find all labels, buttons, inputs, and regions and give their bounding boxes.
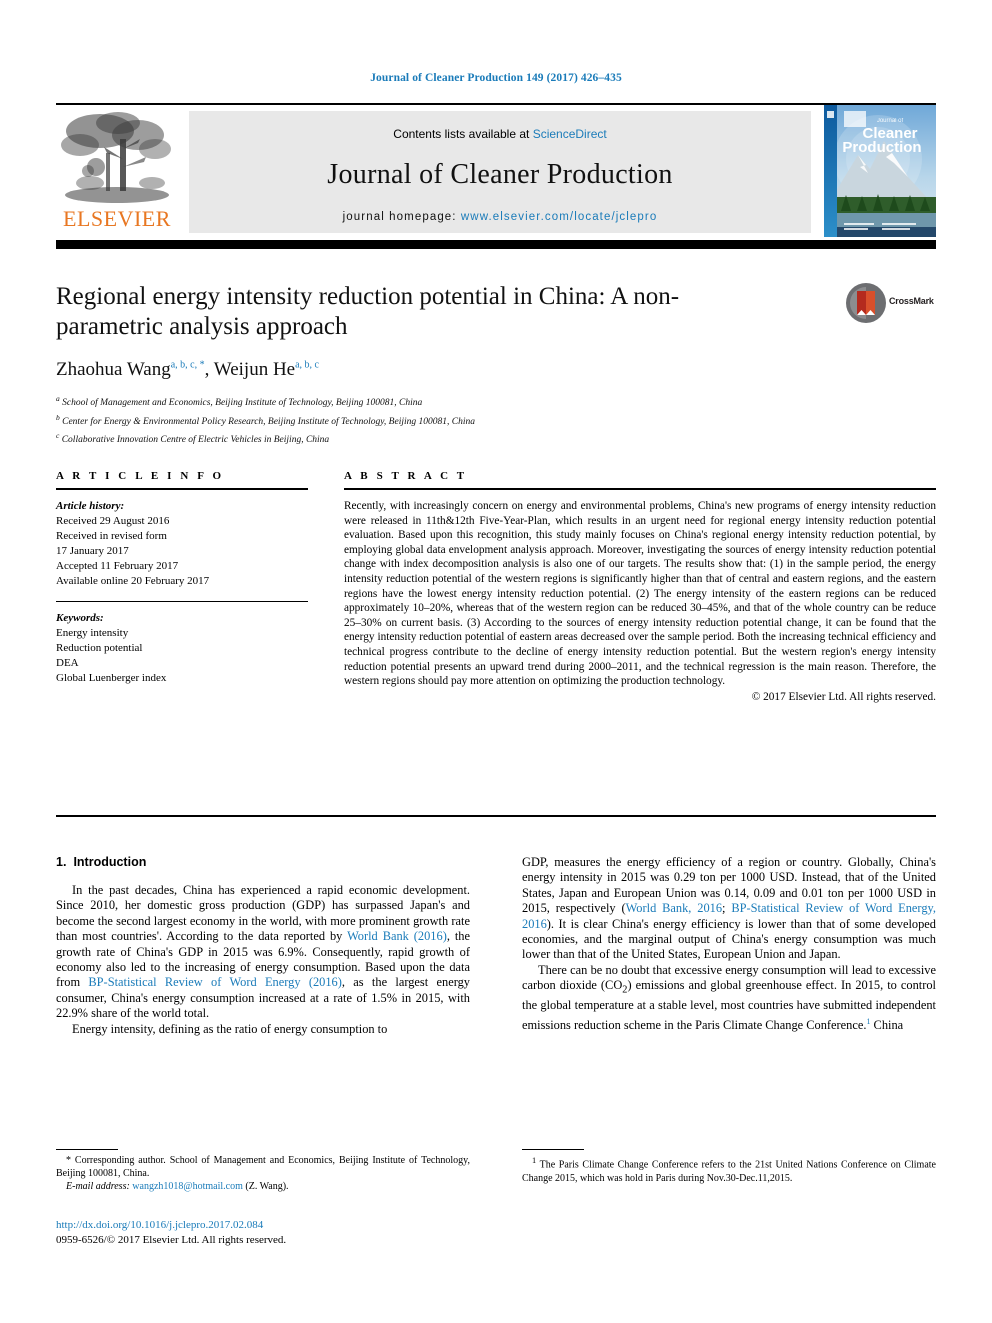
svg-text:Journal of: Journal of bbox=[877, 118, 904, 124]
doi-block: http://dx.doi.org/10.1016/j.jclepro.2017… bbox=[56, 1218, 486, 1248]
keyword-3: Global Luenberger index bbox=[56, 672, 167, 684]
homepage-prefix: journal homepage: bbox=[342, 211, 461, 223]
affiliation-list: a School of Management and Economics, Be… bbox=[56, 392, 746, 448]
footnote-1-text: The Paris Climate Change Conference refe… bbox=[522, 1159, 936, 1184]
keyword-2: DEA bbox=[56, 657, 79, 669]
svg-text:Production: Production bbox=[842, 139, 921, 156]
history-received: Received 29 August 2016 bbox=[56, 515, 170, 527]
affiliation-c-text: Collaborative Innovation Centre of Elect… bbox=[61, 435, 330, 446]
corresponding-author-mark: * bbox=[66, 1155, 71, 1166]
info-abstract-rule-bottom bbox=[56, 815, 936, 817]
author-list: Zhaohua Wanga, b, c, *, Weijun Hea, b, c bbox=[56, 359, 746, 381]
footnote-left-block: * Corresponding author. School of Manage… bbox=[56, 1149, 470, 1194]
email-link[interactable]: wangzh1018@hotmail.com bbox=[132, 1181, 243, 1192]
journal-cover-thumbnail: Journal of Cleaner Production bbox=[824, 105, 936, 237]
journal-title: Journal of Cleaner Production bbox=[327, 159, 673, 190]
keyword-1: Reduction potential bbox=[56, 642, 143, 654]
author-2-name: Weijun He bbox=[213, 359, 296, 380]
intro-p3-part-c: China bbox=[870, 1017, 904, 1032]
author-2-affiliation-marks: a, b, c bbox=[295, 359, 319, 371]
email-note: E-mail address: wangzh1018@hotmail.com (… bbox=[56, 1180, 470, 1193]
doi-link[interactable]: http://dx.doi.org/10.1016/j.jclepro.2017… bbox=[56, 1218, 486, 1233]
elsevier-wordmark: ELSEVIER bbox=[63, 206, 171, 231]
intro-paragraph-2: Energy intensity, defining as the ratio … bbox=[72, 1021, 388, 1036]
elsevier-logo: ELSEVIER bbox=[56, 109, 178, 235]
history-accepted: Accepted 11 February 2017 bbox=[56, 560, 179, 572]
affiliation-b: b Center for Energy & Environmental Poli… bbox=[56, 411, 746, 430]
abstract-copyright: © 2017 Elsevier Ltd. All rights reserved… bbox=[751, 690, 936, 703]
email-suffix: (Z. Wang). bbox=[242, 1181, 289, 1193]
history-available-online: Available online 20 February 2017 bbox=[56, 575, 210, 587]
author-separator: , bbox=[204, 359, 214, 380]
body-right-column: GDP, measures the energy efficiency of a… bbox=[522, 855, 936, 1033]
affiliation-a: a School of Management and Economics, Be… bbox=[56, 392, 746, 411]
affiliation-a-mark: a bbox=[56, 394, 60, 403]
corresponding-author-text: Corresponding author. School of Manageme… bbox=[56, 1155, 470, 1180]
keyword-0: Energy intensity bbox=[56, 627, 129, 639]
affiliation-b-mark: b bbox=[56, 412, 60, 422]
journal-homepage-link[interactable]: www.elsevier.com/locate/jclepro bbox=[461, 211, 657, 223]
article-info-column: A R T I C L E I N F O Article history: R… bbox=[56, 470, 308, 686]
citation-separator: ; bbox=[722, 901, 732, 916]
journal-homepage-line: journal homepage: www.elsevier.com/locat… bbox=[189, 211, 811, 223]
issn-copyright-line: 0959-6526/© 2017 Elsevier Ltd. All right… bbox=[56, 1234, 287, 1246]
running-head: Journal of Cleaner Production 149 (2017)… bbox=[370, 72, 622, 84]
section-title: Introduction bbox=[73, 855, 147, 869]
intro-paragraph-3: There can be no doubt that excessive ene… bbox=[522, 963, 936, 1033]
affiliation-c: c Collaborative Innovation Centre of Ele… bbox=[56, 429, 746, 448]
footnote-divider-right bbox=[522, 1149, 584, 1150]
abstract-heading: A B S T R A C T bbox=[344, 470, 468, 482]
author-1-name: Zhaohua Wang bbox=[56, 359, 171, 380]
paper-page: Journal of Cleaner Production 149 (2017)… bbox=[0, 0, 992, 1323]
masthead-black-bar bbox=[56, 240, 936, 249]
masthead-center-panel: Contents lists available at ScienceDirec… bbox=[189, 111, 811, 233]
abstract-text: Recently, with increasingly concern on e… bbox=[344, 500, 936, 688]
article-title-block: Regional energy intensity reduction pote… bbox=[56, 282, 746, 448]
footnote-divider-left bbox=[56, 1149, 118, 1150]
abstract-column: A B S T R A C T Recently, with increasin… bbox=[344, 470, 936, 703]
crossmark-label: CrossMark bbox=[889, 296, 934, 306]
intro-p2-part-b: ). It is clear China's energy efficiency… bbox=[522, 916, 936, 962]
affiliation-c-mark: c bbox=[56, 431, 60, 441]
section-number: 1. bbox=[56, 855, 67, 869]
footnote-1: 1 The Paris Climate Change Conference re… bbox=[522, 1154, 936, 1185]
sciencedirect-link[interactable]: ScienceDirect bbox=[533, 127, 607, 141]
section-heading-introduction: 1. Introduction bbox=[56, 855, 470, 869]
page-title: Regional energy intensity reduction pote… bbox=[56, 283, 680, 340]
journal-masthead: ELSEVIER Contents lists available at Sci… bbox=[56, 103, 936, 237]
contents-available-line: Contents lists available at ScienceDirec… bbox=[189, 127, 811, 141]
crossmark-icon bbox=[846, 283, 886, 323]
article-info-rule-mid bbox=[56, 601, 308, 602]
history-revised: Received in revised form bbox=[56, 530, 167, 542]
corresponding-author-note: * Corresponding author. School of Manage… bbox=[56, 1154, 470, 1180]
article-history-label: Article history: bbox=[56, 500, 125, 512]
citation-world-bank-2016[interactable]: World Bank (2016) bbox=[347, 929, 447, 943]
affiliation-b-text: Center for Energy & Environmental Policy… bbox=[62, 416, 475, 427]
footnote-right-block: 1 The Paris Climate Change Conference re… bbox=[522, 1149, 936, 1185]
keywords-label: Keywords: bbox=[56, 612, 104, 624]
intro-paragraph-2-continued: GDP, measures the energy efficiency of a… bbox=[522, 855, 936, 963]
article-info-heading: A R T I C L E I N F O bbox=[56, 470, 225, 482]
history-revised-date: 17 January 2017 bbox=[56, 545, 129, 557]
intro-paragraph-1: In the past decades, China has experienc… bbox=[56, 883, 470, 1022]
body-left-column: 1. Introduction In the past decades, Chin… bbox=[56, 855, 470, 1037]
contents-prefix: Contents lists available at bbox=[393, 127, 533, 141]
citation-bp-statistical-2016[interactable]: BP-Statistical Review of Word Energy (20… bbox=[88, 975, 341, 989]
author-1-affiliation-marks: a, b, c, * bbox=[170, 359, 205, 371]
affiliation-a-text: School of Management and Economics, Beij… bbox=[62, 398, 423, 409]
article-info-rule-top bbox=[56, 488, 308, 490]
footnote-1-mark: 1 bbox=[532, 1156, 537, 1165]
elsevier-tree-icon bbox=[60, 109, 174, 205]
email-label: E-mail address: bbox=[66, 1181, 130, 1193]
crossmark-badge[interactable]: CrossMark bbox=[845, 282, 937, 326]
citation-world-bank-2016-inline[interactable]: World Bank, 2016 bbox=[626, 901, 722, 915]
abstract-rule-top bbox=[344, 488, 936, 490]
